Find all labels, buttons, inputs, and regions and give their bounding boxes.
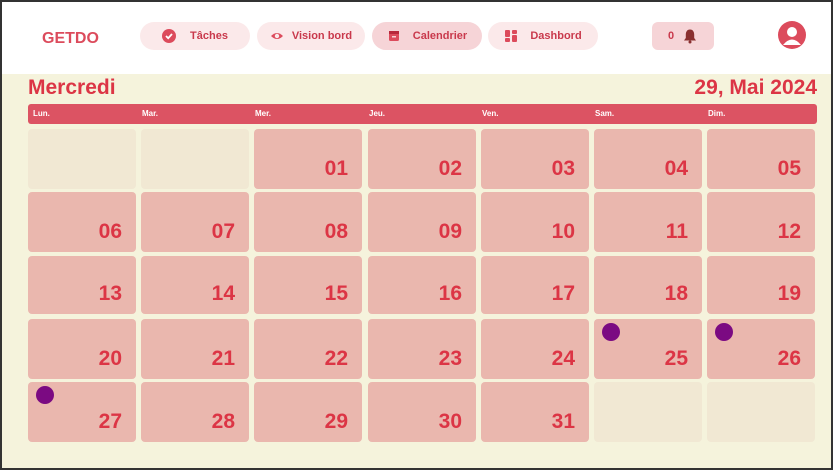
top-navigation-bar: GETDO Tâches Vision bord Calendrier Dash… — [2, 2, 831, 74]
calendar-day-cell[interactable]: 08 — [254, 192, 362, 252]
day-number: 15 — [324, 282, 348, 305]
notifications-button[interactable]: 0 — [652, 22, 714, 50]
nav-taches[interactable]: Tâches — [140, 22, 250, 50]
day-number: 12 — [777, 220, 801, 243]
event-indicator-dot[interactable] — [715, 323, 733, 341]
calendar-day-cell[interactable]: 13 — [28, 256, 136, 314]
day-number: 05 — [777, 157, 801, 180]
nav-dashbord-label: Dashbord — [530, 30, 582, 42]
calendar-day-cell[interactable]: 21 — [141, 319, 249, 379]
user-avatar-button[interactable] — [778, 21, 806, 49]
weekday-tue: Mar. — [142, 109, 159, 118]
calendar-empty-cell — [594, 382, 702, 442]
day-number: 24 — [551, 347, 575, 370]
weekday-header: Lun. Mar. Mer. Jeu. Ven. Sam. Dim. — [28, 104, 817, 124]
calendar-day-cell[interactable]: 04 — [594, 129, 702, 189]
check-circle-icon — [162, 29, 177, 43]
calendar-day-cell[interactable]: 11 — [594, 192, 702, 252]
calendar-empty-cell — [141, 129, 249, 189]
day-number: 02 — [438, 157, 462, 180]
nav-dashbord[interactable]: Dashbord — [488, 22, 598, 50]
day-number: 23 — [438, 347, 462, 370]
day-number: 26 — [777, 347, 801, 370]
nav-calendrier-label: Calendrier — [412, 30, 468, 42]
user-avatar-icon — [783, 27, 801, 45]
nav-calendrier[interactable]: Calendrier — [372, 22, 482, 50]
calendar-day-cell[interactable]: 14 — [141, 256, 249, 314]
day-number: 19 — [777, 282, 801, 305]
calendar-day-cell[interactable]: 02 — [368, 129, 476, 189]
day-number: 31 — [551, 410, 575, 433]
current-date: 29, Mai 2024 — [694, 76, 817, 99]
calendar-day-cell[interactable]: 05 — [707, 129, 815, 189]
calendar-day-cell[interactable]: 06 — [28, 192, 136, 252]
day-number: 11 — [665, 220, 688, 243]
calendar-day-cell[interactable]: 07 — [141, 192, 249, 252]
weekday-sun: Dim. — [708, 109, 726, 118]
day-number: 01 — [324, 157, 348, 180]
weekday-sat: Sam. — [595, 109, 615, 118]
event-indicator-dot[interactable] — [602, 323, 620, 341]
calendar-day-cell[interactable]: 15 — [254, 256, 362, 314]
day-number: 06 — [98, 220, 122, 243]
calendar-empty-cell — [707, 382, 815, 442]
day-number: 17 — [551, 282, 575, 305]
calendar-day-cell[interactable]: 28 — [141, 382, 249, 442]
day-number: 08 — [324, 220, 348, 243]
day-number: 16 — [438, 282, 462, 305]
calendar-day-cell[interactable]: 17 — [481, 256, 589, 314]
app-logo[interactable]: GETDO — [42, 30, 99, 48]
day-number: 09 — [438, 220, 462, 243]
day-number: 29 — [324, 410, 348, 433]
day-number: 18 — [664, 282, 688, 305]
calendar-day-cell[interactable]: 22 — [254, 319, 362, 379]
calendar-day-cell[interactable]: 23 — [368, 319, 476, 379]
day-number: 20 — [98, 347, 122, 370]
calendar-icon — [388, 31, 399, 41]
calendar-day-cell[interactable]: 12 — [707, 192, 815, 252]
calendar-day-cell[interactable]: 10 — [481, 192, 589, 252]
current-day-name: Mercredi — [28, 76, 116, 99]
day-number: 21 — [211, 347, 235, 370]
bell-icon — [684, 29, 697, 44]
nav-taches-label: Tâches — [190, 30, 228, 42]
calendar-day-cell[interactable]: 19 — [707, 256, 815, 314]
weekday-mon: Lun. — [33, 109, 50, 118]
calendar-day-cell[interactable]: 30 — [368, 382, 476, 442]
day-number: 27 — [98, 410, 122, 433]
day-number: 04 — [664, 157, 688, 180]
eye-icon — [270, 33, 283, 39]
calendar-day-cell[interactable]: 27 — [28, 382, 136, 442]
dashboard-icon — [505, 30, 518, 42]
day-number: 28 — [211, 410, 235, 433]
calendar-empty-cell — [28, 129, 136, 189]
calendar-day-cell[interactable]: 09 — [368, 192, 476, 252]
day-number: 07 — [211, 220, 235, 243]
weekday-fri: Ven. — [482, 109, 499, 118]
nav-vision-bord[interactable]: Vision bord — [257, 22, 365, 50]
calendar-day-cell[interactable]: 26 — [707, 319, 815, 379]
day-number: 22 — [324, 347, 348, 370]
weekday-thu: Jeu. — [369, 109, 386, 118]
weekday-wed: Mer. — [255, 109, 272, 118]
day-number: 25 — [664, 347, 688, 370]
notification-count: 0 — [667, 30, 675, 42]
day-number: 10 — [551, 220, 575, 243]
calendar-day-cell[interactable]: 01 — [254, 129, 362, 189]
nav-vision-bord-label: Vision bord — [291, 30, 353, 42]
calendar-day-cell[interactable]: 16 — [368, 256, 476, 314]
day-number: 13 — [98, 282, 122, 305]
event-indicator-dot[interactable] — [36, 386, 54, 404]
day-number: 03 — [551, 157, 575, 180]
day-number: 30 — [438, 410, 462, 433]
calendar-day-cell[interactable]: 03 — [481, 129, 589, 189]
calendar-day-cell[interactable]: 25 — [594, 319, 702, 379]
calendar-day-cell[interactable]: 29 — [254, 382, 362, 442]
calendar-day-cell[interactable]: 31 — [481, 382, 589, 442]
day-number: 14 — [211, 282, 235, 305]
calendar-day-cell[interactable]: 18 — [594, 256, 702, 314]
calendar-day-cell[interactable]: 20 — [28, 319, 136, 379]
calendar-day-cell[interactable]: 24 — [481, 319, 589, 379]
